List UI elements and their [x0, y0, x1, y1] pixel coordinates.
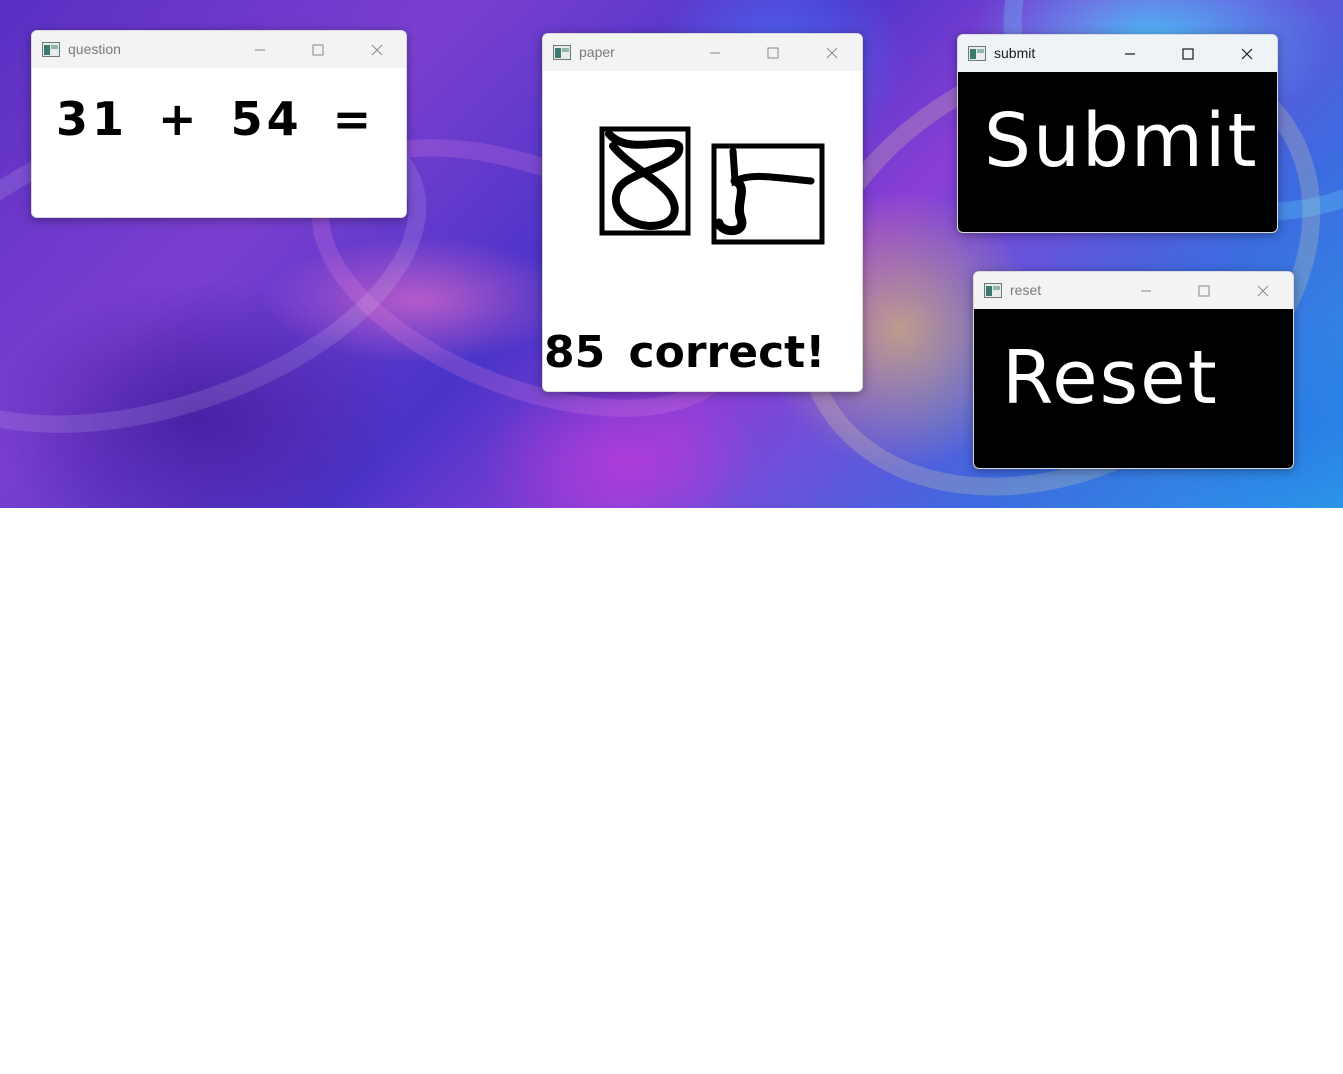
- submit-button-canvas[interactable]: Submit: [958, 72, 1277, 232]
- window-title: paper: [579, 44, 615, 60]
- app-window-icon: [42, 42, 60, 57]
- window-title: submit: [994, 45, 1036, 61]
- close-button[interactable]: [348, 31, 406, 68]
- reset-window: reset Reset: [973, 271, 1294, 469]
- maximize-button[interactable]: [1159, 35, 1217, 72]
- paper-window: paper 85 correct!: [542, 33, 863, 392]
- app-window-icon: [984, 283, 1002, 298]
- maximize-icon: [767, 47, 779, 58]
- minimize-button[interactable]: [1101, 35, 1159, 72]
- window-title: reset: [1010, 282, 1042, 298]
- submit-label: Submit: [984, 98, 1259, 184]
- reset-button-canvas[interactable]: Reset: [974, 309, 1293, 468]
- minimize-button[interactable]: [1117, 272, 1175, 309]
- submit-window: submit Submit: [957, 34, 1278, 233]
- minimize-icon: [710, 52, 720, 53]
- app-window-icon: [968, 46, 986, 61]
- window-title: question: [68, 41, 121, 57]
- question-titlebar[interactable]: question: [32, 31, 406, 68]
- maximize-button[interactable]: [289, 31, 347, 68]
- question-canvas: 31 + 54 = ?: [32, 68, 406, 217]
- minimize-icon: [1125, 52, 1135, 55]
- reset-titlebar[interactable]: reset: [974, 272, 1293, 309]
- handwritten-digit-8: [599, 126, 691, 236]
- reset-label: Reset: [1002, 335, 1219, 421]
- minimize-button[interactable]: [686, 34, 744, 71]
- minimize-button[interactable]: [231, 31, 289, 68]
- paper-titlebar[interactable]: paper: [543, 34, 862, 71]
- maximize-button[interactable]: [744, 34, 802, 71]
- app-window-icon: [553, 45, 571, 60]
- close-icon: [1257, 285, 1269, 296]
- maximize-button[interactable]: [1175, 272, 1233, 309]
- submit-titlebar[interactable]: submit: [958, 35, 1277, 72]
- close-icon: [1241, 48, 1253, 59]
- handwritten-digit-5: [711, 143, 825, 245]
- maximize-icon: [1198, 285, 1210, 296]
- close-icon: [371, 44, 383, 55]
- close-button[interactable]: [803, 34, 861, 71]
- result-text: 85 correct!: [544, 327, 826, 378]
- minimize-icon: [255, 49, 265, 50]
- minimize-icon: [1141, 290, 1151, 291]
- close-icon: [826, 47, 838, 58]
- close-button[interactable]: [1218, 35, 1276, 72]
- maximize-icon: [312, 44, 324, 55]
- equation-text: 31 + 54 = ?: [56, 92, 407, 146]
- question-window: question 31 + 54 = ?: [31, 30, 407, 218]
- drawing-canvas[interactable]: 85 correct!: [543, 71, 862, 391]
- close-button[interactable]: [1234, 272, 1292, 309]
- maximize-icon: [1182, 47, 1194, 60]
